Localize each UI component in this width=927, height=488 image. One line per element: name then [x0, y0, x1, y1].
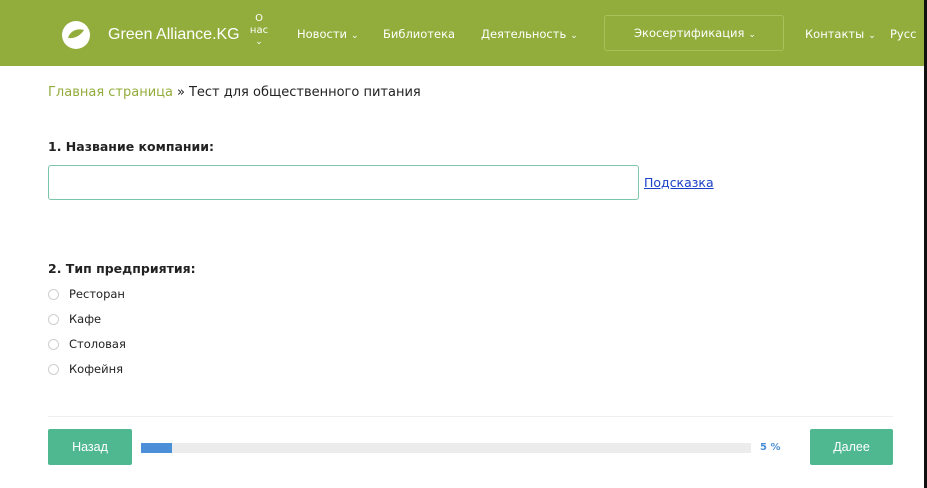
- option-label: Кофейня: [69, 362, 124, 376]
- chevron-down-icon: ⌄: [570, 31, 578, 41]
- nav-item-about[interactable]: О нас ⌄: [248, 13, 270, 47]
- progress-bar-fill: [141, 443, 172, 453]
- progress-percent: 5 %: [760, 442, 781, 453]
- chevron-down-icon: ⌄: [255, 37, 263, 47]
- nav-item-library-label: Библиотека: [383, 27, 456, 41]
- top-navbar: Green Alliance.KG О нас ⌄ Новости ⌄ Библи…: [0, 0, 927, 66]
- nav-item-news-label: Новости: [297, 27, 347, 41]
- option-label: Столовая: [69, 337, 126, 351]
- breadcrumb: Главная страница » Тест для общественного …: [48, 85, 421, 100]
- radio-unchecked-icon[interactable]: [48, 363, 59, 375]
- hint-link[interactable]: Подсказка: [644, 175, 714, 190]
- chevron-down-icon: ⌄: [868, 31, 876, 41]
- nav-item-ecocertification-label: Экосертификация: [634, 26, 745, 40]
- chevron-down-icon: ⌄: [748, 30, 756, 40]
- nav-about-line2: нас: [249, 25, 269, 36]
- question-1-title: 1. Название компании:: [48, 139, 215, 154]
- option-coffee-shop[interactable]: Кофейня: [48, 361, 123, 377]
- nav-item-ecocertification[interactable]: Экосертификация ⌄: [604, 15, 784, 51]
- brand-name[interactable]: Green Alliance.KG: [108, 26, 240, 44]
- nav-about-line1: О: [255, 13, 263, 24]
- option-canteen[interactable]: Столовая: [48, 336, 126, 352]
- breadcrumb-home-link[interactable]: Главная страница: [48, 85, 173, 100]
- option-label: Кафе: [69, 312, 102, 326]
- nav-item-activity[interactable]: Деятельность ⌄: [481, 27, 578, 41]
- next-button[interactable]: Далее: [810, 429, 893, 465]
- nav-item-news[interactable]: Новости ⌄: [297, 27, 359, 41]
- breadcrumb-separator: »: [177, 85, 185, 100]
- chevron-down-icon: ⌄: [351, 31, 359, 41]
- company-name-input[interactable]: [48, 165, 639, 200]
- footer-divider: [48, 416, 893, 417]
- option-label: Ресторан: [69, 287, 125, 301]
- nav-item-contacts[interactable]: Контакты ⌄: [805, 27, 876, 41]
- nav-item-language-label: Русс: [890, 27, 917, 41]
- option-restaurant[interactable]: Ресторан: [48, 286, 125, 302]
- nav-item-activity-label: Деятельность: [481, 27, 567, 41]
- leaf-logo-icon[interactable]: [62, 21, 90, 49]
- question-2-title: 2. Тип предприятия:: [48, 261, 196, 276]
- radio-unchecked-icon[interactable]: [48, 338, 59, 350]
- radio-unchecked-icon[interactable]: [48, 313, 59, 325]
- progress-bar: [141, 443, 751, 453]
- nav-item-language[interactable]: Русс: [890, 27, 924, 41]
- back-button[interactable]: Назад: [48, 429, 132, 465]
- radio-unchecked-icon[interactable]: [48, 288, 59, 300]
- breadcrumb-current: Тест для общественного питания: [188, 85, 421, 100]
- option-cafe[interactable]: Кафе: [48, 311, 101, 327]
- nav-item-library[interactable]: Библиотека: [383, 27, 455, 41]
- nav-item-contacts-label: Контакты: [805, 27, 865, 41]
